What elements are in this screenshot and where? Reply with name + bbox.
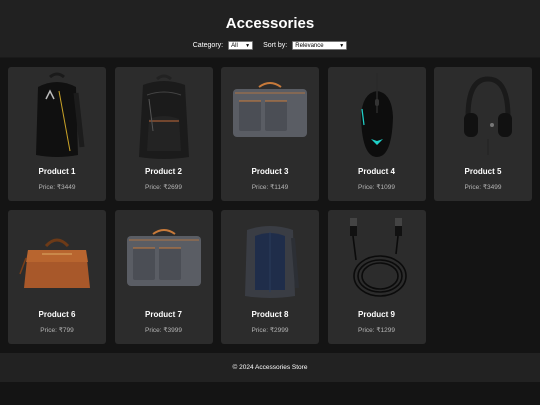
footer-copyright: © 2024 Accessories Store: [232, 364, 308, 371]
product-card[interactable]: Product 2 Price: ₹2699: [114, 67, 213, 201]
product-name: Product 3: [251, 167, 289, 176]
product-price: Price: ₹3499: [464, 184, 502, 191]
hdmi-cable-icon: [332, 212, 422, 304]
gaming-mouse-icon: [332, 69, 422, 161]
product-card[interactable]: Product 4 Price: ₹1099: [327, 67, 426, 201]
product-name: Product 9: [358, 310, 395, 319]
product-card[interactable]: Product 7 Price: ₹3999: [114, 210, 213, 344]
product-name: Product 2: [145, 167, 182, 176]
page-footer: © 2024 Accessories Store: [0, 353, 540, 382]
product-card[interactable]: Product 9 Price: ₹1299: [327, 210, 426, 344]
product-name: Product 5: [464, 167, 502, 176]
product-price: Price: ₹2699: [144, 184, 183, 191]
page-header: Accessories Category: All ▼ Sort by: Rel…: [0, 0, 540, 58]
product-name: Product 7: [145, 310, 182, 319]
product-card[interactable]: Product 8 Price: ₹2999: [221, 210, 319, 344]
product-price: Price: ₹1149: [251, 184, 289, 191]
chevron-down-icon: ▼: [245, 42, 251, 49]
page-title: Accessories: [225, 15, 315, 32]
product-price: Price: ₹3999: [144, 327, 183, 334]
black-backpack-icon: [119, 69, 209, 161]
navy-backpack-icon: [225, 212, 315, 304]
grey-laptop-bag-icon: [225, 69, 315, 161]
sort-select[interactable]: Relevance ▼: [292, 41, 348, 50]
black-backpack-icon: [12, 69, 102, 161]
leather-briefcase-icon: [12, 212, 102, 304]
product-name: Product 6: [38, 310, 76, 319]
sort-label: Sort by:: [263, 42, 288, 49]
product-name: Product 1: [38, 167, 76, 176]
product-card[interactable]: Product 1 Price: ₹3449: [8, 67, 106, 201]
filter-bar: Category: All ▼ Sort by: Relevance ▼: [0, 41, 540, 50]
product-price: Price: ₹1299: [357, 327, 396, 334]
product-card[interactable]: Product 3 Price: ₹1149: [221, 67, 319, 201]
product-price: Price: ₹799: [40, 327, 74, 334]
product-price: Price: ₹1099: [357, 184, 396, 191]
headphones-icon: [438, 69, 528, 161]
product-name: Product 4: [358, 167, 395, 176]
grey-laptop-bag-icon: [119, 212, 209, 304]
category-select[interactable]: All ▼: [228, 41, 254, 50]
category-label: Category:: [192, 42, 224, 49]
product-card[interactable]: Product 5 Price: ₹3499: [434, 67, 532, 201]
product-name: Product 8: [251, 310, 289, 319]
chevron-down-icon: ▼: [339, 42, 345, 49]
product-card[interactable]: Product 6 Price: ₹799: [8, 210, 106, 344]
product-price: Price: ₹2999: [251, 327, 289, 334]
product-grid: Product 1 Price: ₹3449 Product 2 Price: …: [8, 67, 532, 344]
product-price: Price: ₹3449: [38, 184, 76, 191]
